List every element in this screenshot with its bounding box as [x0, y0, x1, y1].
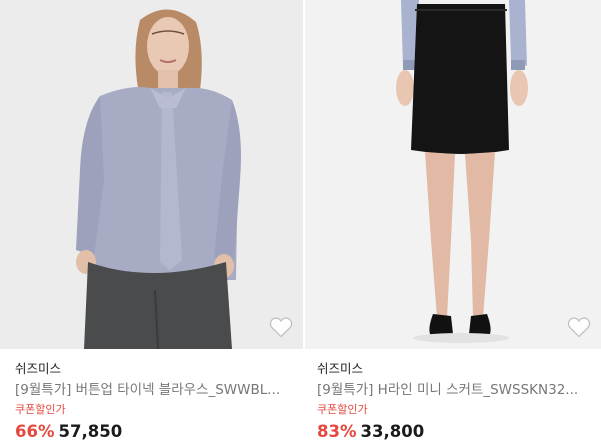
- wishlist-button[interactable]: [269, 316, 293, 338]
- product-card[interactable]: 쉬즈미스 [9월특가] 버튼업 타이넥 블라우스_SWWBL... 쿠폰할인가 …: [0, 0, 303, 446]
- brand-name[interactable]: 쉬즈미스: [15, 359, 295, 378]
- product-title[interactable]: [9월특가] H라인 미니 스커트_SWSSKN32...: [317, 379, 593, 401]
- heart-outline-icon: [269, 317, 293, 338]
- product-info: 쉬즈미스 [9월특가] 버튼업 타이넥 블라우스_SWWBL... 쿠폰할인가 …: [15, 359, 295, 444]
- discount-rate: 83%: [317, 422, 357, 441]
- sale-price: 33,800: [360, 422, 425, 441]
- product-card[interactable]: 쉬즈미스 [9월특가] H라인 미니 스커트_SWSSKN32... 쿠폰할인가…: [305, 0, 601, 446]
- skirt-model-photo: [305, 0, 601, 349]
- product-image[interactable]: [0, 0, 303, 349]
- sale-price: 57,850: [58, 422, 123, 441]
- price-row: 83% 33,800: [317, 420, 593, 444]
- heart-outline-icon: [567, 317, 591, 338]
- price-row: 66% 57,850: [15, 420, 295, 444]
- discount-rate: 66%: [15, 422, 55, 441]
- blouse-model-photo: [0, 0, 303, 349]
- product-info: 쉬즈미스 [9월특가] H라인 미니 스커트_SWSSKN32... 쿠폰할인가…: [317, 359, 593, 444]
- brand-name[interactable]: 쉬즈미스: [317, 359, 593, 378]
- coupon-price-label: 쿠폰할인가: [15, 403, 66, 416]
- wishlist-button[interactable]: [567, 316, 591, 338]
- coupon-price-label: 쿠폰할인가: [317, 403, 368, 416]
- product-image[interactable]: [305, 0, 601, 349]
- product-title[interactable]: [9월특가] 버튼업 타이넥 블라우스_SWWBL...: [15, 379, 295, 401]
- product-grid: 쉬즈미스 [9월특가] 버튼업 타이넥 블라우스_SWWBL... 쿠폰할인가 …: [0, 0, 601, 446]
